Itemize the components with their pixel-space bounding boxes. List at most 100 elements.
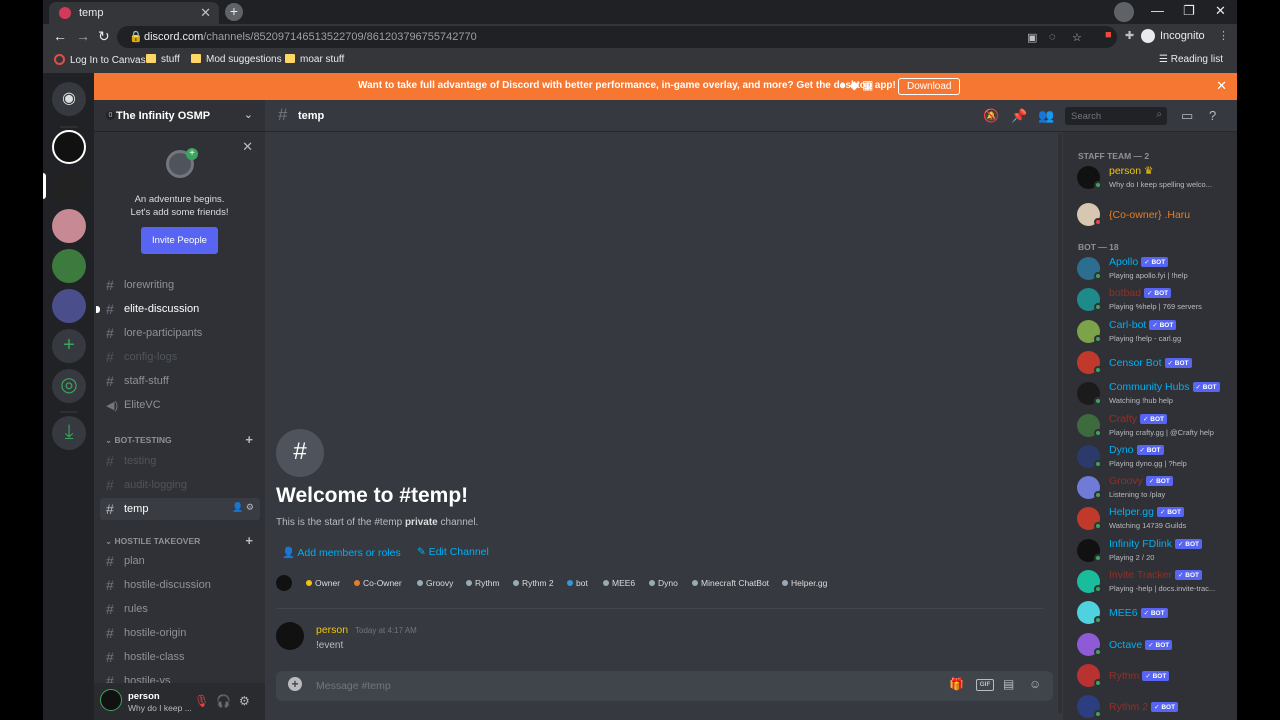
browser-tab[interactable]: temp ✕ <box>49 2 219 24</box>
discord-home-icon[interactable]: ◉ <box>52 82 86 116</box>
channel-tools[interactable]: 👤 ⚙ <box>232 502 254 513</box>
channel-staff-stuff[interactable]: # staff-stuff <box>100 370 260 392</box>
channel-config-logs[interactable]: # config-logs <box>100 346 260 368</box>
member-bot[interactable]: Dyno ✓ BOT Playing dyno.gg | ?help <box>1069 442 1234 472</box>
hashtag-icon: # <box>106 325 114 341</box>
member-person[interactable]: person ♛ Why do I keep spelling welco... <box>1069 163 1234 193</box>
reading-list[interactable]: ☰ Reading list <box>1159 54 1223 65</box>
cast-icon[interactable]: ▣ <box>1027 31 1037 44</box>
invite-people-button[interactable]: Invite People <box>141 227 218 254</box>
member-bot[interactable]: Groovy ✓ BOT Listening to /play <box>1069 473 1234 503</box>
channel-plan[interactable]: # plan <box>100 550 260 572</box>
voice-channel-elitevc[interactable]: ◀) EliteVC <box>100 394 260 416</box>
chat-scrollbar[interactable] <box>1058 133 1062 713</box>
avatar[interactable] <box>100 689 122 711</box>
server-header[interactable]: 0 The Infinity OSMP ⌄ <box>94 100 265 132</box>
bookmark-moar-stuff[interactable]: moar stuff <box>285 54 344 65</box>
headphones-icon[interactable]: 🎧 <box>216 694 231 708</box>
sticker-icon[interactable]: ▤ <box>1003 677 1014 691</box>
download-apps-icon[interactable]: ⤓ <box>52 416 86 450</box>
add-members-button[interactable]: 👤 Add members or roles <box>282 546 401 559</box>
message-author[interactable]: person <box>316 624 348 636</box>
minimize-icon[interactable]: — <box>1151 3 1164 18</box>
member-bot[interactable]: Infinity FDlink ✓ BOT Playing 2 / 20 <box>1069 536 1234 566</box>
pinned-messages-icon[interactable]: 📌 <box>1011 108 1027 124</box>
crown-icon: ♛ <box>1144 165 1154 177</box>
create-channel-icon[interactable]: + <box>245 432 253 447</box>
channel-rules[interactable]: # rules <box>100 598 260 620</box>
server-infinity-icon[interactable] <box>52 130 86 164</box>
channel-testing[interactable]: # testing <box>100 450 260 472</box>
channel-elite-discussion[interactable]: # elite-discussion <box>96 298 260 320</box>
explore-servers-icon[interactable]: ◎ <box>52 369 86 403</box>
download-button[interactable]: Download <box>898 78 961 95</box>
notification-muted-icon[interactable]: 🔕 <box>983 108 999 124</box>
edit-channel-button[interactable]: ✎ Edit Channel <box>417 546 489 558</box>
gift-icon[interactable]: 🎁 <box>949 677 964 691</box>
server-icon-5[interactable] <box>52 289 86 323</box>
address-bar[interactable]: 🔒 discord.com/channels/85209714651352270… <box>117 26 1117 48</box>
member-bot[interactable]: Rythm ✓ BOT <box>1069 661 1234 691</box>
member-bot[interactable]: Helper.gg ✓ BOT Watching 14739 Guilds <box>1069 504 1234 534</box>
gif-button[interactable]: GIF <box>976 679 994 691</box>
bookmark-stuff[interactable]: stuff <box>146 54 180 65</box>
member-bot[interactable]: Crafty ✓ BOT Playing crafty.gg | @Crafty h… <box>1069 411 1234 441</box>
member-haru[interactable]: {Co-owner} .Haru <box>1069 200 1234 230</box>
reload-icon[interactable]: ↻ <box>98 28 110 45</box>
channel-header: # temp 🔕 📌 👥 Search ⌕ ▭ ? <box>265 100 1237 132</box>
server-icon-2[interactable] <box>52 169 86 203</box>
server-icon-4[interactable] <box>52 249 86 283</box>
close-icon[interactable]: ✕ <box>242 139 253 155</box>
close-window-icon[interactable]: ✕ <box>1215 3 1226 19</box>
bot-badge: ✓ BOT <box>1136 444 1164 455</box>
category-bot-testing[interactable]: ⌄ BOT-TESTING + <box>94 432 265 448</box>
attach-plus-icon[interactable]: + <box>288 677 302 691</box>
forward-icon[interactable]: → <box>76 28 90 44</box>
inbox-icon[interactable]: ▭ <box>1181 108 1193 124</box>
member-bot[interactable]: MEE6 ✓ BOT <box>1069 598 1234 628</box>
channel-hostile-vs[interactable]: # hostile-vs <box>100 670 260 683</box>
server-icon-3[interactable] <box>52 209 86 243</box>
close-tab-icon[interactable]: ✕ <box>200 5 211 21</box>
channel-hostile-discussion[interactable]: # hostile-discussion <box>100 574 260 596</box>
channel-lorewriting[interactable]: # lorewriting <box>100 274 260 296</box>
mic-muted-icon[interactable]: 🎙 <box>194 694 209 708</box>
new-tab-button[interactable]: + <box>225 3 243 21</box>
channel-hostile-origin[interactable]: # hostile-origin <box>100 622 260 644</box>
member-bot[interactable]: Rythm 2 ✓ BOT <box>1069 692 1234 720</box>
help-icon[interactable]: ? <box>1209 108 1216 123</box>
incognito-label[interactable]: Incognito <box>1141 29 1205 43</box>
category-hostile-takeover[interactable]: ⌄ HOSTILE TAKEOVER + <box>94 533 265 549</box>
back-icon[interactable]: ← <box>53 28 67 44</box>
member-bot[interactable]: Community Hubs ✓ BOT Watching !hub help <box>1069 379 1234 409</box>
bot-header: BOT — 18 <box>1078 242 1119 252</box>
member-bot[interactable]: botbad ✓ BOT Playing %help | 769 servers <box>1069 285 1234 315</box>
puzzle-icon[interactable]: ✚ <box>1125 29 1134 42</box>
create-channel-icon[interactable]: + <box>245 533 253 548</box>
member-bot[interactable]: Carl-bot ✓ BOT Playing !help - carl.gg <box>1069 317 1234 347</box>
extension-icon[interactable]: ■ <box>1105 29 1112 41</box>
channel-audit-logging[interactable]: # audit-logging <box>100 474 260 496</box>
channel-hostile-class[interactable]: # hostile-class <box>100 646 260 668</box>
bookmark-canvas[interactable]: Log In to Canvas <box>54 54 146 66</box>
menu-kebab-icon[interactable]: ⋮ <box>1218 29 1229 42</box>
channel-temp[interactable]: # temp 👤 ⚙ <box>100 498 260 520</box>
message-input[interactable] <box>316 677 896 695</box>
member-status: Playing dyno.gg | ?help <box>1109 458 1187 468</box>
close-banner-icon[interactable]: ✕ <box>1216 78 1227 94</box>
settings-gear-icon[interactable]: ⚙ <box>239 694 250 708</box>
member-bot[interactable]: Censor Bot ✓ BOT <box>1069 348 1234 378</box>
eye-off-icon[interactable]: ◌ <box>1049 31 1056 43</box>
channel-lore-participants[interactable]: # lore-participants <box>100 322 260 344</box>
member-bot[interactable]: Octave ✓ BOT <box>1069 630 1234 660</box>
bookmark-mod-suggestions[interactable]: Mod suggestions <box>191 54 282 65</box>
bookmark-star-icon[interactable]: ☆ <box>1072 31 1082 44</box>
restore-icon[interactable]: ❐ <box>1183 3 1195 19</box>
search-box[interactable]: Search ⌕ <box>1065 107 1167 125</box>
member-bot[interactable]: Apollo ✓ BOT Playing apollo.fyi | !help <box>1069 254 1234 284</box>
avatar[interactable] <box>276 622 304 650</box>
member-bot[interactable]: Invite Tracker ✓ BOT Playing -help | docs.… <box>1069 567 1234 597</box>
member-list-icon[interactable]: 👥 <box>1038 108 1054 124</box>
emoji-icon[interactable]: ☺ <box>1029 677 1041 691</box>
add-server-icon[interactable]: + <box>52 329 86 363</box>
